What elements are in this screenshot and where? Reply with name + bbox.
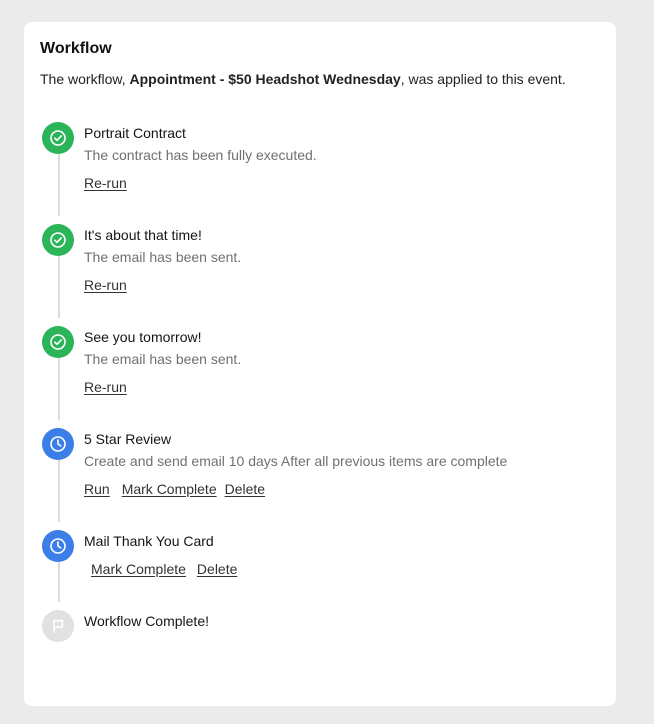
step-status-text: The contract has been fully executed. bbox=[84, 147, 317, 163]
run-link[interactable]: Run bbox=[84, 481, 114, 497]
step-status-text: The email has been sent. bbox=[84, 249, 242, 265]
workflow-description: The workflow, Appointment - $50 Headshot… bbox=[40, 71, 566, 87]
delete-link[interactable]: Delete bbox=[197, 561, 237, 577]
step-title: Workflow Complete! bbox=[84, 613, 210, 629]
step-title: Portrait Contract bbox=[84, 125, 186, 141]
rerun-link[interactable]: Re-run bbox=[84, 175, 131, 191]
timeline-connector bbox=[58, 256, 60, 318]
rerun-link[interactable]: Re-run bbox=[84, 379, 131, 395]
workflow-card: Workflow The workflow, Appointment - $50… bbox=[24, 22, 616, 706]
step-title: Mail Thank You Card bbox=[84, 533, 214, 549]
clock-icon bbox=[42, 428, 74, 460]
workflow-title: Workflow bbox=[40, 40, 112, 57]
step-actions: Re-run bbox=[84, 379, 139, 395]
rerun-link[interactable]: Re-run bbox=[84, 277, 131, 293]
description-prefix: The workflow, bbox=[40, 71, 126, 87]
clock-icon bbox=[42, 530, 74, 562]
step-status-text: Create and send email 10 days After all … bbox=[84, 453, 508, 469]
step-status-text: The email has been sent. bbox=[84, 351, 242, 367]
timeline-connector bbox=[58, 358, 60, 420]
check-circle-icon bbox=[42, 122, 74, 154]
step-title: It's about that time! bbox=[84, 227, 202, 243]
step-title: 5 Star Review bbox=[84, 431, 172, 447]
check-circle-icon bbox=[42, 224, 74, 256]
flag-icon bbox=[42, 610, 74, 642]
delete-link[interactable]: Delete bbox=[225, 481, 265, 497]
workflow-name: Appointment - $50 Headshot Wednesday bbox=[129, 71, 401, 87]
timeline-connector bbox=[58, 562, 60, 602]
step-actions: Re-run bbox=[84, 277, 139, 293]
description-suffix: , was applied to this event. bbox=[400, 71, 566, 87]
step-title: See you tomorrow! bbox=[84, 329, 202, 345]
check-circle-icon bbox=[42, 326, 74, 358]
step-actions: Mark Complete Delete bbox=[91, 561, 245, 577]
mark-complete-link[interactable]: Mark Complete bbox=[122, 481, 217, 497]
timeline-connector bbox=[58, 460, 60, 522]
mark-complete-link[interactable]: Mark Complete bbox=[91, 561, 186, 577]
timeline-connector bbox=[58, 154, 60, 216]
step-actions: Run Mark Complete Delete bbox=[84, 481, 273, 497]
step-actions: Re-run bbox=[84, 175, 139, 191]
